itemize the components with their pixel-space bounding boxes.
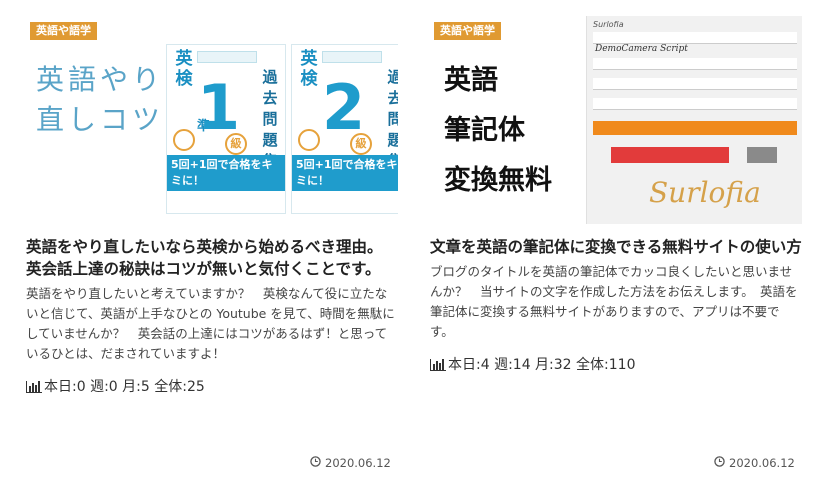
screenshot-field <box>593 58 797 70</box>
category-badge[interactable]: 英語や語学 <box>30 22 97 40</box>
thumbnail-line: 変換無料 <box>444 165 552 196</box>
book-top-band <box>197 51 257 63</box>
thumbnail-overlay-text: 英語 筆記体 変換無料 <box>444 56 552 206</box>
screenshot-field <box>593 78 797 90</box>
book-cover-grade2: 英検 2 級 過去問題集 5回+1回で合格をキミに！ <box>291 44 398 214</box>
book-top-band <box>322 51 382 63</box>
post-date-text: 2020.06.12 <box>325 456 391 470</box>
clock-icon <box>310 456 321 470</box>
thumbnail-line: 筆記体 <box>444 115 525 146</box>
award-seal-icon <box>298 129 320 151</box>
post-thumbnail[interactable]: 英語や語学 英語 筆記体 変換無料 Surlofia DemoCamera Sc… <box>430 16 802 224</box>
book-grade-label: 級 <box>225 133 247 155</box>
post-thumbnail[interactable]: 英語や語学 英語やり直しコツ 英検 準 1 級 過去問題集 5回+1回で合格をキ… <box>26 16 398 224</box>
view-counts: 本日:0 週:0 月:5 全体:25 <box>26 376 398 396</box>
book-grade-label: 級 <box>350 133 372 155</box>
screenshot-gray-button <box>747 147 777 163</box>
category-badge[interactable]: 英語や語学 <box>434 22 501 40</box>
signature-sample: Surlofia <box>649 176 761 209</box>
book-band: 5回+1回で合格をキミに！ <box>292 155 398 191</box>
post-excerpt: 英語をやり直したいと考えていますか？ 英検なんて役に立たないと信じて、英語が上手… <box>26 286 395 361</box>
post-title[interactable]: 英語をやり直したいなら英検から始めるべき理由。 英会話上達の秘訣はコツが無いと気… <box>26 236 398 280</box>
screenshot-orange-bar <box>593 121 797 135</box>
post-excerpt: ブログのタイトルを英語の筆記体でカッコ良くしたいと思いませんか？ 当サイトの文字… <box>430 264 798 339</box>
award-seal-icon <box>173 129 195 151</box>
book-band: 5回+1回で合格をキミに！ <box>167 155 285 191</box>
view-counts-text: 本日:4 週:14 月:32 全体:110 <box>448 357 636 373</box>
site-logo: Surlofia <box>593 20 624 29</box>
post-card[interactable]: 英語や語学 英語やり直しコツ 英検 準 1 級 過去問題集 5回+1回で合格をキ… <box>26 16 398 396</box>
screenshot-field <box>593 32 797 44</box>
book-cover-grade-pre1: 英検 準 1 級 過去問題集 5回+1回で合格をキミに！ <box>166 44 286 214</box>
screenshot-red-button <box>611 147 729 163</box>
bar-chart-icon <box>26 379 42 393</box>
clock-icon <box>714 456 725 470</box>
thumbnail-line: 英語 <box>444 65 498 96</box>
thumbnail-overlay-text: 英語やり直しコツ <box>36 63 165 136</box>
post-date: 2020.06.12 <box>310 456 391 470</box>
book-series-label: 英検 <box>300 49 318 89</box>
post-date-text: 2020.06.12 <box>729 456 795 470</box>
book-series-label: 英検 <box>175 49 193 89</box>
view-counts: 本日:4 週:14 月:32 全体:110 <box>430 354 802 374</box>
script-sample: DemoCamera Script <box>595 44 688 54</box>
site-screenshot: Surlofia DemoCamera Script Surlofia <box>586 16 802 224</box>
view-counts-text: 本日:0 週:0 月:5 全体:25 <box>44 379 205 395</box>
post-title[interactable]: 文章を英語の筆記体に変換できる無料サイトの使い方 <box>430 236 802 258</box>
bar-chart-icon <box>430 357 446 371</box>
post-card[interactable]: 英語や語学 英語 筆記体 変換無料 Surlofia DemoCamera Sc… <box>430 16 802 374</box>
post-date: 2020.06.12 <box>714 456 795 470</box>
screenshot-field <box>593 98 797 110</box>
